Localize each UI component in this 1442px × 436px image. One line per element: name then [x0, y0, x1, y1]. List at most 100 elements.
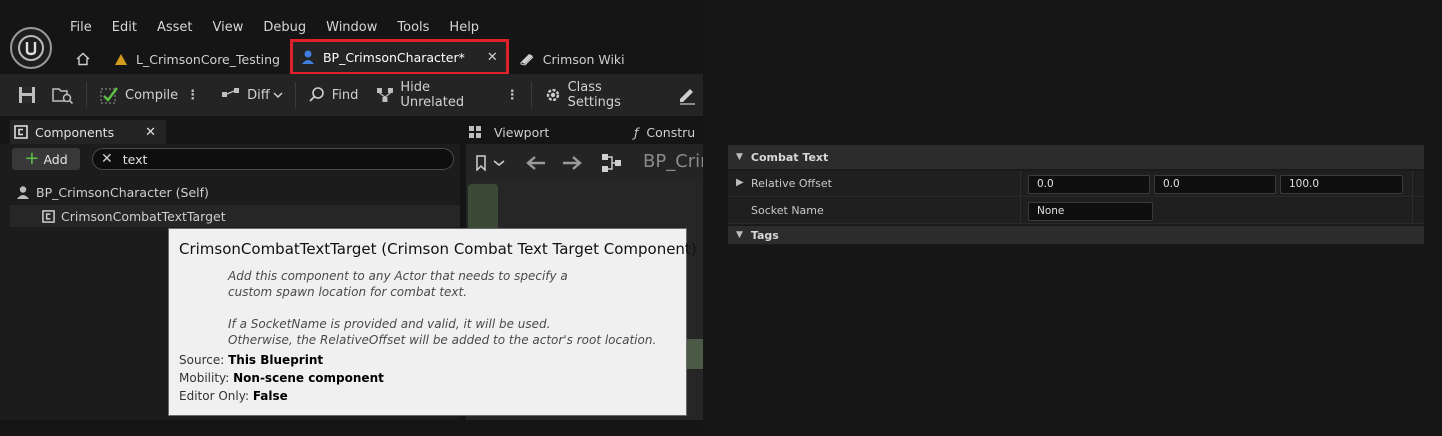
column-divider	[1020, 171, 1021, 197]
compile-options-icon[interactable]: ⋮	[186, 88, 199, 103]
level-warning-icon	[115, 53, 127, 65]
tooltip-editor-only-label: Editor Only:	[179, 389, 249, 403]
compile-icon	[100, 87, 118, 104]
tooltip-desc-gap	[228, 300, 678, 316]
tooltip-description: Add this component to any Actor that nee…	[228, 268, 678, 348]
tooltip-mobility: Mobility: Non-scene component	[179, 371, 384, 385]
column-divider	[1412, 198, 1413, 224]
unreal-logo-icon[interactable]	[10, 27, 52, 69]
menu-view[interactable]: View	[203, 16, 254, 42]
category-combat-text-label: Combat Text	[750, 150, 829, 164]
tree-item-self[interactable]: BP_CrimsonCharacter (Self)	[10, 181, 460, 203]
component-tooltip: CrimsonCombatTextTarget (Crimson Combat …	[168, 228, 697, 416]
caret-down-icon: ▼	[736, 152, 743, 162]
add-label: Add	[43, 151, 68, 167]
tab-blueprint[interactable]: BP_CrimsonCharacter* ✕	[289, 39, 509, 75]
relative-offset-x-field[interactable]: 0.0	[1028, 175, 1150, 194]
tree-item-self-label: BP_CrimsonCharacter (Self)	[36, 184, 209, 200]
tab-wiki-label: Crimson Wiki	[542, 51, 625, 67]
edit-defaults-icon	[680, 89, 696, 105]
tab-blueprint-label: BP_CrimsonCharacter*	[322, 49, 465, 65]
components-icon	[14, 125, 28, 139]
tooltip-source: Source: This Blueprint	[179, 353, 323, 367]
find-label: Find	[331, 87, 359, 103]
hide-unrelated-icon	[377, 88, 394, 102]
graph-node[interactable]	[468, 184, 498, 230]
diff-label: Diff	[247, 87, 270, 103]
forward-arrow-icon[interactable]	[561, 155, 583, 171]
folder-search-icon	[52, 88, 74, 104]
close-icon[interactable]: ✕	[487, 50, 498, 65]
tab-wiki[interactable]: Crimson Wiki	[509, 44, 635, 74]
tooltip-source-label: Source:	[179, 353, 225, 367]
toolbar: Compile ⋮ Diff Find Hide Unrelated ⋮ Cla…	[0, 74, 703, 116]
components-title: Components	[35, 124, 115, 140]
relative-offset-y-field[interactable]: 0.0	[1154, 175, 1276, 194]
viewport-icon	[469, 126, 481, 138]
graph-node[interactable]	[686, 339, 703, 369]
chevron-down-icon	[273, 92, 283, 99]
back-arrow-icon[interactable]	[525, 155, 547, 171]
hide-unrelated-label: Hide Unrelated	[400, 80, 465, 110]
tree-item-combat-text-target[interactable]: CrimsonCombatTextTarget	[10, 205, 460, 227]
character-icon	[17, 186, 29, 199]
toolbar-divider	[530, 82, 532, 108]
find-button[interactable]: Find	[302, 74, 365, 116]
chevron-down-icon[interactable]	[493, 159, 505, 167]
add-component-button[interactable]: + Add	[12, 148, 80, 170]
socket-name-field[interactable]: None	[1028, 202, 1153, 221]
home-icon	[76, 52, 90, 66]
viewport-tab[interactable]: Viewport	[468, 120, 584, 144]
tab-level-label: L_CrimsonCore_Testing	[136, 51, 280, 67]
viewport-tab-label: Viewport	[494, 124, 550, 140]
document-tabs: L_CrimsonCore_Testing BP_CrimsonCharacte…	[62, 39, 635, 75]
graph-nav	[474, 150, 623, 176]
blueprint-editor: File Edit Asset View Debug Window Tools …	[0, 0, 703, 436]
save-icon	[19, 87, 35, 103]
clear-search-icon[interactable]: ✕	[101, 151, 113, 167]
construct-tab-label: Constru	[646, 124, 696, 140]
home-tab[interactable]	[62, 44, 104, 74]
compile-button[interactable]: Compile ⋮	[93, 74, 205, 116]
class-settings-button[interactable]: Class Settings	[538, 74, 665, 116]
diff-button[interactable]: Diff	[215, 74, 289, 116]
tab-level[interactable]: L_CrimsonCore_Testing	[104, 44, 290, 74]
socket-name-label: Socket Name	[751, 204, 824, 217]
column-divider	[1020, 198, 1021, 224]
close-icon[interactable]: ✕	[145, 125, 156, 140]
gear-icon	[546, 88, 559, 102]
tree-item-child-label: CrimsonCombatTextTarget	[61, 208, 226, 224]
class-settings-label: Class Settings	[567, 80, 621, 110]
hierarchy-icon[interactable]	[601, 153, 623, 173]
tooltip-editor-only: Editor Only: False	[179, 389, 288, 403]
search-value: text	[122, 151, 148, 167]
column-divider	[1412, 171, 1413, 197]
expand-arrow-icon[interactable]: ▶	[736, 177, 744, 188]
save-button[interactable]	[0, 74, 42, 116]
browse-button[interactable]	[42, 74, 80, 116]
category-combat-text[interactable]: ▼ Combat Text	[728, 145, 1424, 169]
relative-offset-label: Relative Offset	[751, 177, 832, 190]
tooltip-desc-line: custom spawn location for combat text.	[228, 285, 468, 299]
toolbar-divider	[294, 82, 296, 108]
components-tab[interactable]: Components ✕	[10, 120, 166, 144]
graph-blueprint-title: BP_Crim	[643, 151, 703, 172]
toolbar-divider	[86, 82, 87, 108]
caret-down-icon: ▼	[736, 230, 743, 240]
book-icon	[520, 54, 534, 66]
hide-unrelated-options-icon[interactable]: ⋮	[506, 88, 519, 103]
menu-edit[interactable]: Edit	[102, 16, 147, 42]
component-search-input[interactable]: ✕ text	[92, 148, 454, 170]
hide-unrelated-button[interactable]: Hide Unrelated ⋮	[370, 74, 524, 116]
blueprint-character-icon	[301, 50, 314, 64]
construction-script-tab[interactable]: ƒ Constru	[634, 120, 703, 144]
search-icon	[309, 87, 324, 102]
category-tags[interactable]: ▼ Tags	[728, 226, 1424, 244]
tooltip-editor-only-value: False	[252, 389, 288, 403]
menu-file[interactable]: File	[60, 16, 102, 42]
bookmark-icon[interactable]	[474, 155, 488, 171]
menu-asset[interactable]: Asset	[147, 16, 203, 42]
class-defaults-button[interactable]	[671, 74, 703, 116]
relative-offset-z-field[interactable]: 100.0	[1280, 175, 1403, 194]
tooltip-mobility-label: Mobility:	[179, 371, 230, 385]
